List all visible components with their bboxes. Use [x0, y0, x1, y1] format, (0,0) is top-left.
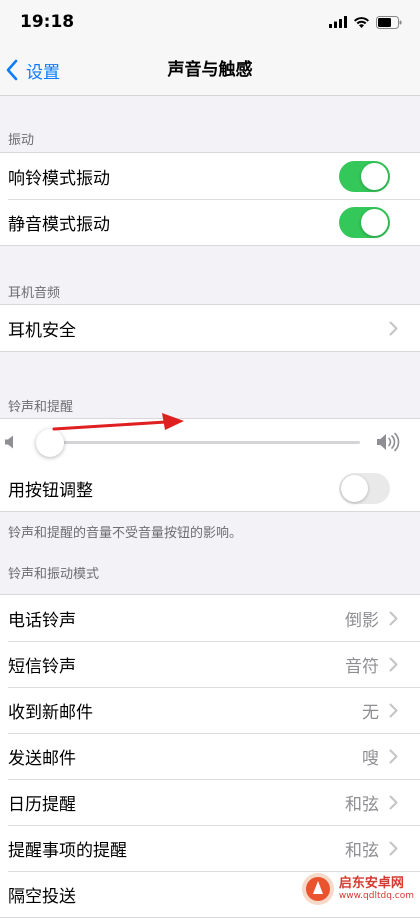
- silent-mode-vibration-toggle[interactable]: [339, 206, 390, 238]
- row-label: 响铃模式振动: [8, 168, 110, 189]
- row-label: 提醒事项的提醒: [8, 840, 127, 861]
- ringer-footer-note: 铃声和提醒的音量不受音量按钮的影响。: [8, 526, 243, 541]
- toggle-knob: [361, 162, 388, 190]
- row-label: 日历提醒: [8, 794, 76, 815]
- sent-mail-row[interactable]: 发送邮件 嗖: [0, 733, 420, 779]
- watermark-url: www.qdltdq.com: [338, 891, 414, 901]
- section-header-vibration: 振动: [8, 133, 35, 148]
- row-label: 耳机安全: [8, 320, 76, 341]
- toggle-knob: [341, 474, 368, 502]
- back-label: 设置: [26, 62, 60, 83]
- row-value: 和弦: [345, 840, 379, 861]
- status-icons: [329, 15, 402, 29]
- navigation-bar: 声音与触感 设置: [0, 44, 420, 96]
- chevron-right-icon: [389, 321, 398, 335]
- row-label: 电话铃声: [8, 610, 76, 631]
- ring-mode-vibration-toggle[interactable]: [339, 160, 390, 192]
- row-label: 短信铃声: [8, 656, 76, 677]
- toggle-knob: [361, 208, 388, 236]
- chevron-right-icon: [389, 657, 398, 671]
- row-value: 无: [362, 702, 379, 723]
- ring-mode-vibration-row: 响铃模式振动: [0, 153, 420, 199]
- calendar-alerts-row[interactable]: 日历提醒 和弦: [0, 779, 420, 825]
- chevron-right-icon: [389, 795, 398, 809]
- speaker-high-icon: [377, 432, 400, 452]
- chevron-right-icon: [389, 611, 398, 625]
- row-label: 用按钮调整: [8, 480, 93, 501]
- headphone-safety-row[interactable]: 耳机安全: [0, 305, 420, 351]
- vibration-group: 响铃模式振动 静音模式振动: [0, 152, 420, 246]
- status-time: 19:18: [20, 12, 75, 32]
- page-title: 声音与触感: [167, 60, 253, 80]
- battery-icon: [376, 15, 402, 29]
- watermark-text-block: 启东安卓网 www.qdltdq.com: [338, 876, 414, 902]
- new-mail-row[interactable]: 收到新邮件 无: [0, 687, 420, 733]
- section-header-ringer: 铃声和提醒: [8, 400, 74, 415]
- wifi-icon: [354, 17, 369, 28]
- change-with-buttons-row: 用按钮调整: [0, 465, 420, 511]
- row-value: 音符: [345, 656, 379, 677]
- text-tone-row[interactable]: 短信铃声 音符: [0, 641, 420, 687]
- speaker-low-icon: [5, 435, 13, 449]
- patterns-group: 电话铃声 倒影 短信铃声 音符 收到新邮件 无 发送邮件 嗖 日历提醒 和弦 提…: [0, 594, 420, 918]
- headphone-group: 耳机安全: [0, 304, 420, 352]
- watermark-name: 启东安卓网: [338, 876, 404, 891]
- watermark: 启东安卓网 www.qdltdq.com: [301, 872, 414, 906]
- cellular-signal-icon: [329, 16, 347, 28]
- row-label: 收到新邮件: [8, 702, 93, 723]
- change-with-buttons-toggle[interactable]: [339, 472, 390, 504]
- row-label: 静音模式振动: [8, 214, 110, 235]
- reminder-alerts-row[interactable]: 提醒事项的提醒 和弦: [0, 825, 420, 871]
- watermark-logo-icon: [301, 873, 334, 905]
- chevron-right-icon: [389, 703, 398, 717]
- section-header-headphone: 耳机音频: [8, 286, 61, 301]
- chevron-right-icon: [389, 841, 398, 855]
- silent-mode-vibration-row: 静音模式振动: [0, 199, 420, 245]
- row-value: 和弦: [345, 794, 379, 815]
- section-header-patterns: 铃声和振动模式: [8, 567, 100, 582]
- row-value: 嗖: [362, 748, 379, 769]
- volume-slider-track[interactable]: [40, 441, 360, 444]
- annotation-arrow-icon: [52, 413, 184, 431]
- row-value: 倒影: [345, 610, 379, 631]
- row-label: 发送邮件: [8, 748, 76, 769]
- ringtone-row[interactable]: 电话铃声 倒影: [0, 595, 420, 641]
- back-button[interactable]: 设置: [0, 44, 60, 96]
- chevron-left-icon: [6, 59, 18, 81]
- chevron-right-icon: [389, 749, 398, 763]
- status-bar: 19:18: [0, 0, 420, 44]
